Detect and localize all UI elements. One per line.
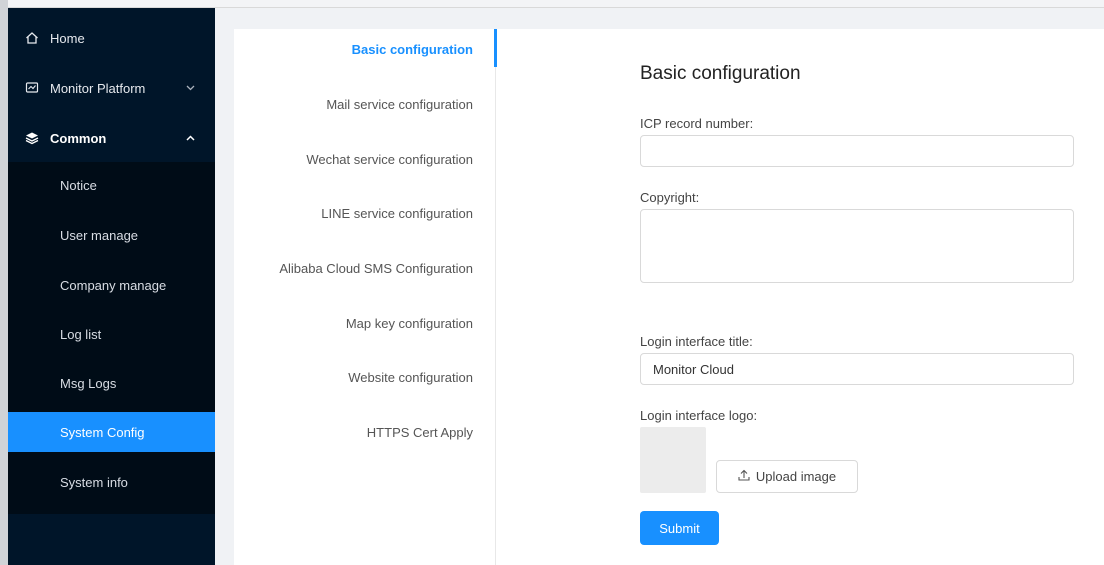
sidebar-item-label: Notice <box>60 177 97 193</box>
sidebar-item-label: User manage <box>60 227 139 243</box>
tab-active-indicator <box>494 29 497 67</box>
sidebar-item-label: Common <box>50 130 107 146</box>
icp-record-label: ICP record number: <box>640 116 754 131</box>
form-title: Basic configuration <box>640 63 801 84</box>
copyright-textarea[interactable] <box>640 209 1074 283</box>
sidebar-item-label: Monitor Platform <box>50 80 146 96</box>
tab-wechat-service-configuration[interactable]: Wechat service configuration <box>306 152 473 167</box>
copyright-label: Copyright: <box>640 190 700 205</box>
sidebar-item-label: System Config <box>60 424 145 440</box>
sidebar: Home Monitor Platform Common Notice User… <box>8 8 215 565</box>
login-logo-label: Login interface logo: <box>640 408 758 423</box>
tab-mail-service-configuration[interactable]: Mail service configuration <box>326 97 473 112</box>
chevron-down-icon <box>186 85 195 91</box>
sidebar-item-system-config[interactable]: System Config <box>8 412 215 452</box>
window-top-edge <box>0 0 1104 8</box>
home-icon <box>24 30 40 46</box>
tab-website-configuration[interactable]: Website configuration <box>348 370 473 385</box>
tab-alibaba-cloud-sms-configuration[interactable]: Alibaba Cloud SMS Configuration <box>279 261 473 276</box>
logo-preview[interactable] <box>640 427 706 493</box>
submit-button[interactable]: Submit <box>640 511 719 545</box>
config-panel: Basic configuration Mail service configu… <box>234 29 1104 565</box>
sidebar-item-label: Company manage <box>60 277 167 293</box>
login-title-input[interactable] <box>640 353 1074 385</box>
login-title-label: Login interface title: <box>640 334 753 349</box>
sidebar-item-notice[interactable]: Notice <box>8 165 215 205</box>
sidebar-item-label: Msg Logs <box>60 375 117 391</box>
sidebar-item-label: System info <box>60 474 128 490</box>
sidebar-item-label: Log list <box>60 326 102 342</box>
upload-icon <box>738 469 750 484</box>
tab-map-key-configuration[interactable]: Map key configuration <box>346 316 473 331</box>
sidebar-item-label: Home <box>50 30 85 46</box>
sidebar-item-company-manage[interactable]: Company manage <box>8 265 215 305</box>
sidebar-item-msg-logs[interactable]: Msg Logs <box>8 363 215 403</box>
monitor-icon <box>24 80 40 96</box>
sidebar-item-home[interactable]: Home <box>8 14 215 62</box>
config-tabs: Basic configuration Mail service configu… <box>234 29 497 565</box>
sidebar-item-monitor-platform[interactable]: Monitor Platform <box>8 64 215 112</box>
sidebar-item-system-info[interactable]: System info <box>8 462 215 502</box>
sidebar-item-common[interactable]: Common <box>8 114 215 162</box>
chevron-up-icon <box>186 135 195 141</box>
tab-line-service-configuration[interactable]: LINE service configuration <box>321 206 473 221</box>
tab-basic-configuration[interactable]: Basic configuration <box>352 42 473 57</box>
sidebar-item-log-list[interactable]: Log list <box>8 314 215 354</box>
layers-icon <box>24 130 40 146</box>
upload-image-label: Upload image <box>755 469 837 484</box>
upload-image-button[interactable]: Upload image <box>716 460 858 493</box>
sidebar-item-user-manage[interactable]: User manage <box>8 215 215 255</box>
icp-record-input[interactable] <box>640 135 1074 167</box>
window-left-edge <box>0 0 8 565</box>
tab-https-cert-apply[interactable]: HTTPS Cert Apply <box>367 425 473 440</box>
